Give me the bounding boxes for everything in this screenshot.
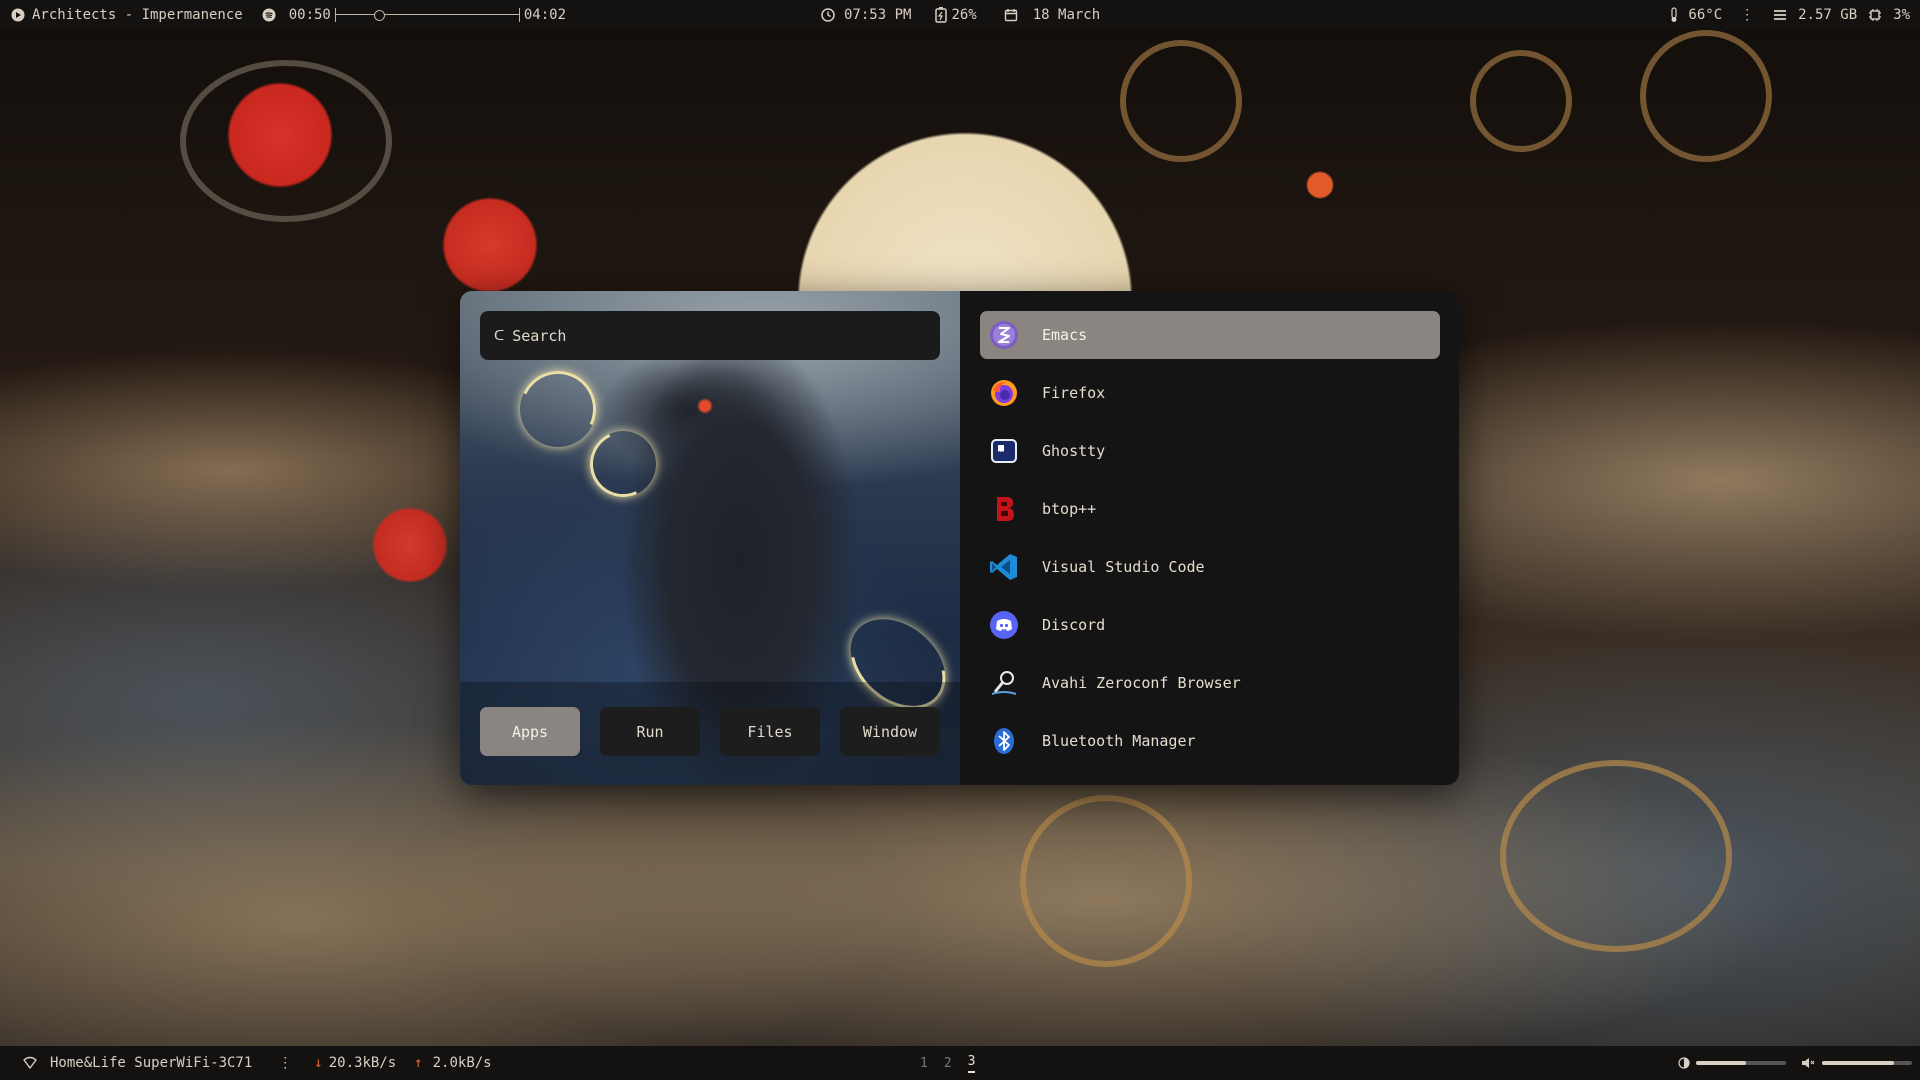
date-label[interactable]: 18 March: [1033, 7, 1100, 23]
tab-apps-label: Apps: [511, 722, 549, 741]
tab-apps[interactable]: Apps: [480, 707, 580, 756]
search-input[interactable]: ᑕ Search: [480, 311, 940, 360]
app-label: Avahi Zeroconf Browser: [1042, 674, 1241, 692]
app-label: Discord: [1042, 616, 1106, 634]
volume-fill: [1822, 1061, 1894, 1065]
temperature-value: 66°C: [1688, 6, 1723, 23]
app-item-bluetooth[interactable]: Bluetooth Manager: [980, 717, 1440, 765]
tab-window[interactable]: Window: [840, 707, 940, 756]
app-item-vscode[interactable]: Visual Studio Code: [980, 543, 1440, 591]
avahi-icon: [988, 667, 1020, 699]
cpu-value: 3%: [1893, 6, 1910, 23]
wallpaper-ring: [1640, 30, 1772, 162]
btop-icon: [988, 493, 1020, 525]
separator-dots: ⋮: [1740, 6, 1755, 23]
vscode-icon: [988, 551, 1020, 583]
separator-dots: ⋮: [278, 1055, 293, 1071]
tab-files[interactable]: Files: [720, 707, 820, 756]
topbar-center: 07:53 PM 26% 18 March: [820, 0, 1100, 29]
media-title: Architects - Impermanence: [32, 6, 243, 23]
app-launcher: ᑕ Search Apps Run Files Window Emacs Fir…: [460, 291, 1459, 785]
app-item-ghostty[interactable]: Ghostty: [980, 427, 1440, 475]
download-icon: ↓: [314, 1055, 323, 1071]
wifi-name[interactable]: Home&Life SuperWiFi-3C71: [50, 1055, 252, 1071]
top-bar: Architects - Impermanence 00:50 04:02 07…: [0, 0, 1920, 29]
emacs-icon: [988, 319, 1020, 351]
app-label: Bluetooth Manager: [1042, 732, 1196, 750]
app-label: Visual Studio Code: [1042, 558, 1205, 576]
play-icon[interactable]: [10, 7, 26, 23]
workspace-1[interactable]: 1: [920, 1056, 928, 1071]
topbar-right: 66°C ⋮ 2.57 GB 3%: [1666, 0, 1910, 29]
memory-value: 2.57 GB: [1798, 6, 1858, 23]
search-placeholder: Search: [512, 326, 567, 345]
volume-slider[interactable]: [1822, 1061, 1912, 1065]
app-item-discord[interactable]: Discord: [980, 601, 1440, 649]
app-item-firefox[interactable]: Firefox: [980, 369, 1440, 417]
app-item-avahi[interactable]: Avahi Zeroconf Browser: [980, 659, 1440, 707]
volume-icon[interactable]: [1800, 1055, 1816, 1071]
thermometer-icon: [1666, 6, 1682, 23]
media-progress-slider[interactable]: [334, 7, 520, 22]
clock-time[interactable]: 07:53 PM: [844, 7, 911, 23]
tab-files-label: Files: [747, 722, 793, 741]
ghostty-icon: [988, 435, 1020, 467]
wallpaper-ring: [1020, 795, 1192, 967]
battery-icon: [933, 6, 949, 23]
progress-knob[interactable]: [373, 9, 385, 21]
wifi-icon[interactable]: [22, 1055, 38, 1071]
media-elapsed: 00:50: [288, 6, 331, 23]
firefox-icon: [988, 377, 1020, 409]
workspace-2[interactable]: 2: [944, 1056, 952, 1071]
app-item-btop[interactable]: btop++: [980, 485, 1440, 533]
tab-run-label: Run: [636, 722, 664, 741]
upload-icon: ↑: [414, 1055, 423, 1071]
app-label: Emacs: [1042, 326, 1088, 344]
cpu-icon: [1867, 7, 1883, 23]
app-item-emacs[interactable]: Emacs: [980, 311, 1440, 359]
wallpaper-crescent: [580, 421, 666, 507]
wallpaper-ring: [1500, 760, 1732, 952]
spotify-icon: [261, 7, 277, 23]
workspace-3[interactable]: 3: [967, 1054, 976, 1073]
discord-icon: [988, 609, 1020, 641]
calendar-icon: [1003, 7, 1019, 23]
progress-track: [334, 13, 520, 15]
brightness-icon: [1676, 1055, 1692, 1071]
upload-rate: 2.0kB/s: [432, 1055, 492, 1071]
clock-icon: [820, 7, 836, 23]
workspace-switcher: 1 2 3: [920, 1046, 976, 1080]
download-rate: 20.3kB/s: [328, 1055, 397, 1071]
app-label: Firefox: [1042, 384, 1106, 402]
wallpaper-ring: [1470, 50, 1572, 152]
progress-end-cap: [518, 7, 520, 22]
app-label: btop++: [1042, 500, 1097, 518]
app-label: Ghostty: [1042, 442, 1106, 460]
bluetooth-icon: [988, 725, 1020, 757]
media-total: 04:02: [523, 6, 567, 23]
progress-start-cap: [334, 7, 336, 22]
tab-window-label: Window: [862, 722, 918, 741]
wallpaper-crescent: [509, 360, 607, 458]
battery-percent: 26%: [951, 6, 977, 23]
memory-icon: [1772, 7, 1788, 23]
search-icon: ᑕ: [494, 327, 505, 344]
launcher-preview-pane: ᑕ Search Apps Run Files Window: [460, 291, 964, 785]
mode-tabs: Apps Run Files Window: [460, 682, 960, 785]
tab-run[interactable]: Run: [600, 707, 700, 756]
brightness-fill: [1696, 1061, 1746, 1065]
wallpaper-ring: [1120, 40, 1242, 162]
wallpaper-ring: [180, 60, 392, 222]
app-list: Emacs Firefox Ghostty btop++ Visual Stud…: [960, 291, 1459, 785]
brightness-slider[interactable]: [1696, 1061, 1786, 1065]
